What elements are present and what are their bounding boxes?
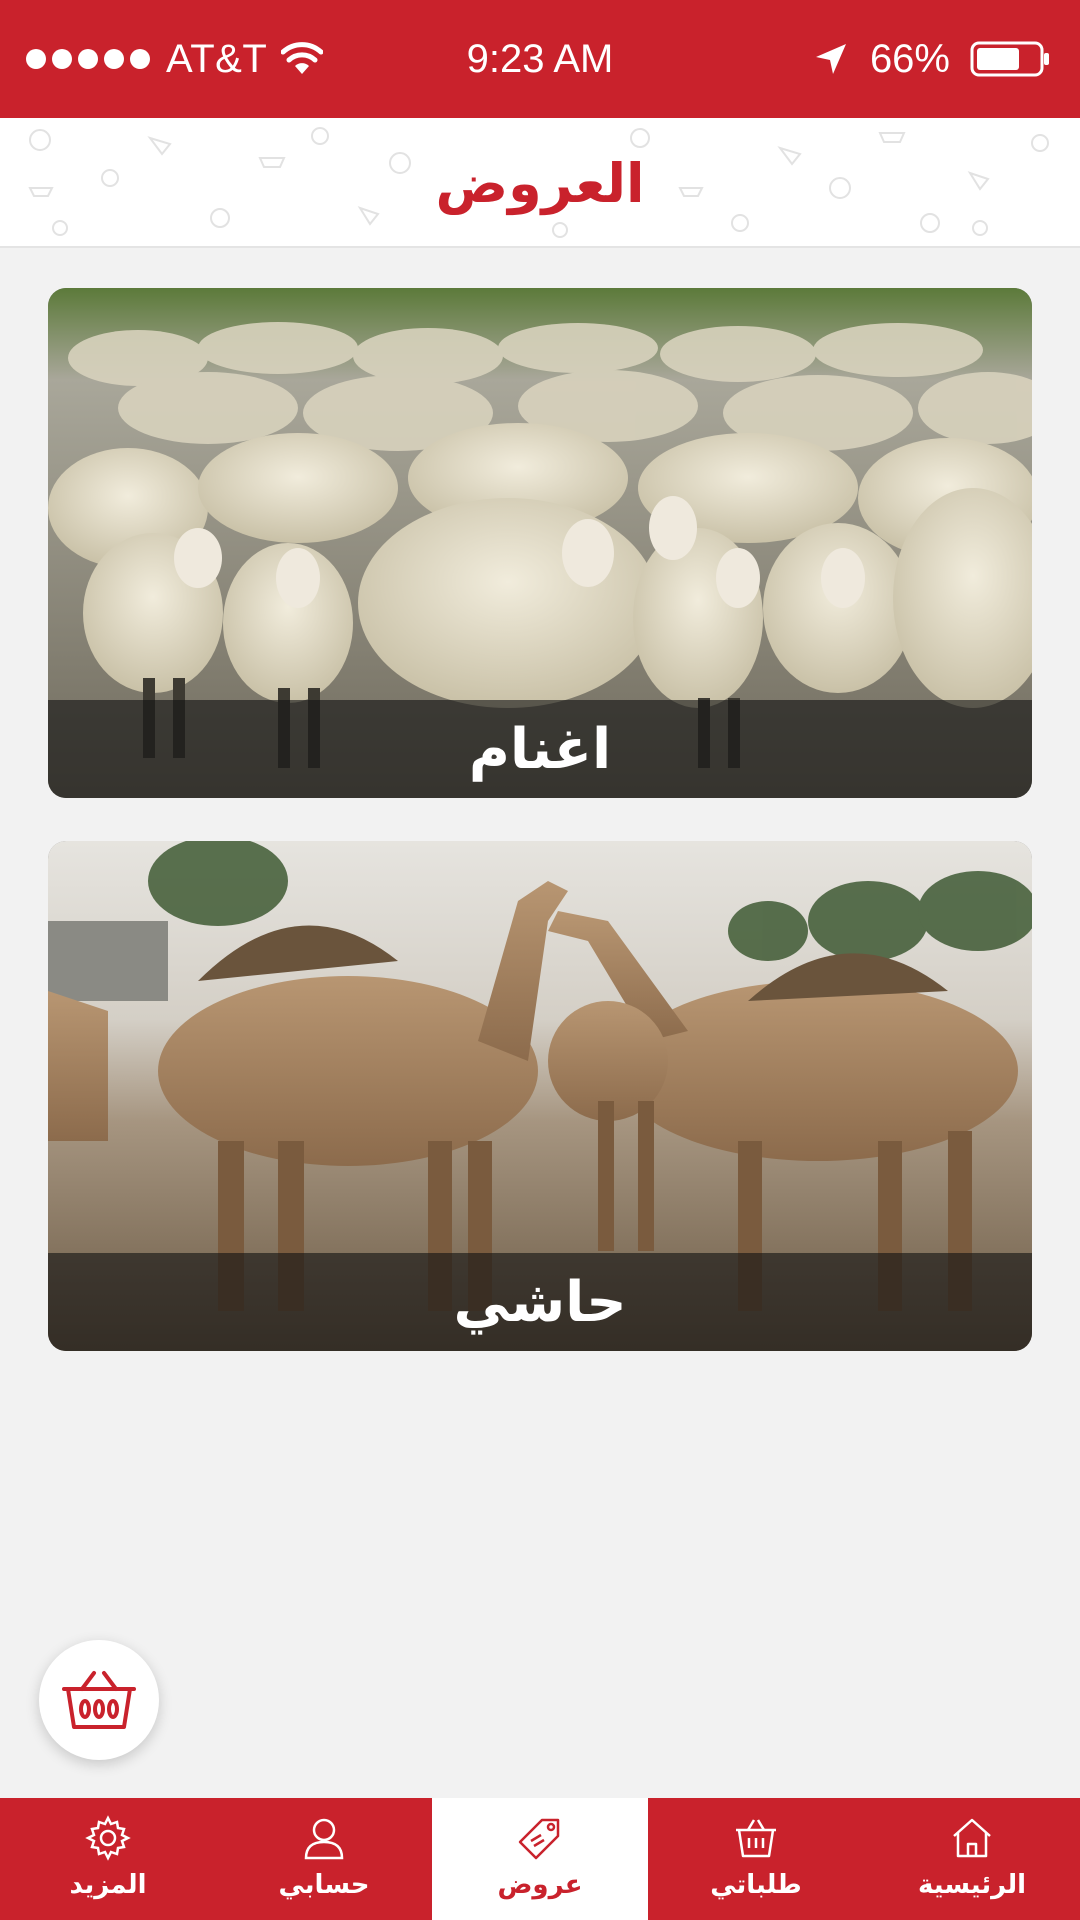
tab-label: عروض — [497, 1870, 583, 1900]
page-header: العروض — [0, 118, 1080, 248]
tab-more[interactable]: المزيد — [0, 1798, 216, 1920]
offer-card-label: حاشي — [48, 1253, 1032, 1351]
tag-icon — [518, 1818, 560, 1860]
basket-icon — [62, 1671, 136, 1729]
offer-card-sheep[interactable]: اغنام — [48, 288, 1032, 798]
status-right: 66% — [814, 0, 1050, 118]
tab-home[interactable]: الرئيسية — [864, 1798, 1080, 1920]
battery-icon — [970, 41, 1049, 77]
bottom-tab-bar: المزيد حسابي عروض طلباتي الرئيسية — [0, 1798, 1080, 1920]
location-icon — [815, 44, 846, 74]
floating-cart-button[interactable] — [39, 1640, 159, 1760]
page-title: العروض — [435, 151, 645, 215]
user-icon — [304, 1818, 344, 1860]
battery-percentage: 66% — [869, 36, 950, 81]
gear-icon — [85, 1815, 131, 1861]
tab-label: حسابي — [278, 1870, 370, 1900]
offer-card-label: اغنام — [48, 700, 1032, 798]
basket-icon — [736, 1819, 776, 1858]
tab-account[interactable]: حسابي — [216, 1798, 432, 1920]
offer-card-camel[interactable]: حاشي — [48, 841, 1032, 1351]
home-icon — [953, 1818, 991, 1858]
tab-offers[interactable]: عروض — [432, 1798, 648, 1920]
status-bar: AT&T 9:23 AM 66% — [0, 0, 1080, 118]
tab-label: طلباتي — [710, 1870, 802, 1900]
tab-orders[interactable]: طلباتي — [648, 1798, 864, 1920]
tab-label: المزيد — [69, 1870, 147, 1900]
tab-label: الرئيسية — [917, 1870, 1027, 1900]
